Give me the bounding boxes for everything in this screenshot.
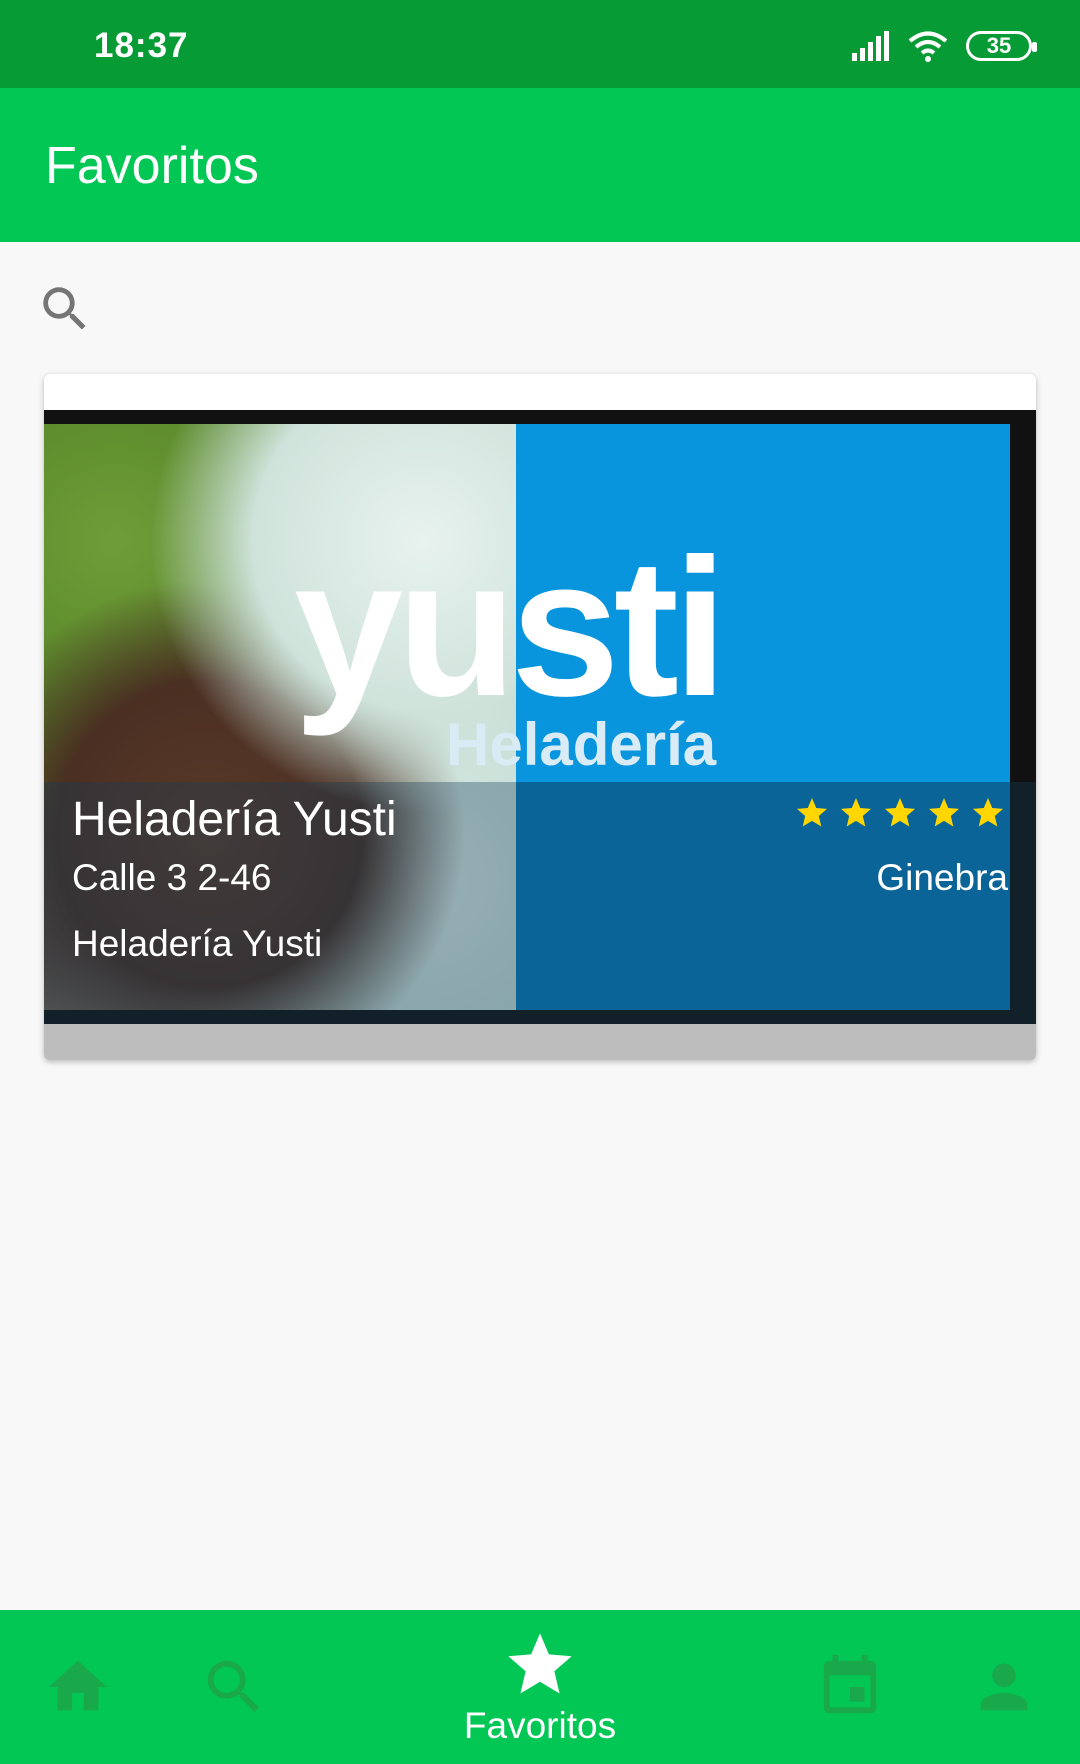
battery-icon: 35 xyxy=(966,31,1037,61)
nav-favorites[interactable]: Favoritos xyxy=(440,1610,640,1764)
card-image: yusti Heladería Heladería Yusti Calle 3 … xyxy=(44,410,1036,1024)
status-time: 18:37 xyxy=(94,26,189,65)
nav-profile[interactable] xyxy=(966,1610,1042,1764)
search-icon xyxy=(207,1660,259,1712)
nav-search[interactable] xyxy=(196,1610,272,1764)
app-bar: Favoritos xyxy=(0,88,1080,242)
signal-icon xyxy=(852,31,889,61)
place-name: Heladería Yusti xyxy=(72,793,397,846)
star-icon xyxy=(973,798,1003,827)
place-address: Calle 3 2-46 xyxy=(72,857,272,898)
page-title: Favoritos xyxy=(45,137,259,195)
brand-logo-text: yusti xyxy=(294,518,727,737)
wifi-icon xyxy=(908,31,948,62)
star-icon xyxy=(841,798,871,827)
person-icon xyxy=(980,1663,1028,1711)
bottom-navigation: Favoritos xyxy=(0,1610,1080,1764)
card-header-strip xyxy=(44,374,1036,410)
brand-logo-subtext: Heladería xyxy=(446,711,717,778)
battery-level: 35 xyxy=(986,33,1012,58)
star-icon xyxy=(885,798,915,827)
search-icon xyxy=(43,287,86,330)
nav-home[interactable] xyxy=(40,1610,116,1764)
star-icon xyxy=(929,798,959,827)
nav-calendar[interactable] xyxy=(812,1610,888,1764)
place-description: Heladería Yusti xyxy=(72,923,323,964)
place-category: Ginebra xyxy=(876,857,1008,898)
status-icons: 35 xyxy=(850,28,1037,64)
calendar-icon xyxy=(823,1654,877,1714)
favorite-card[interactable]: yusti Heladería Heladería Yusti Calle 3 … xyxy=(44,374,1036,1060)
star-icon xyxy=(508,1633,572,1694)
home-icon xyxy=(48,1660,108,1711)
search-button[interactable] xyxy=(36,280,94,338)
star-icon xyxy=(797,798,827,827)
rating-stars xyxy=(794,795,1006,831)
nav-favorites-label: Favoritos xyxy=(463,1705,617,1746)
status-bar: 18:37 35 xyxy=(0,0,1080,88)
